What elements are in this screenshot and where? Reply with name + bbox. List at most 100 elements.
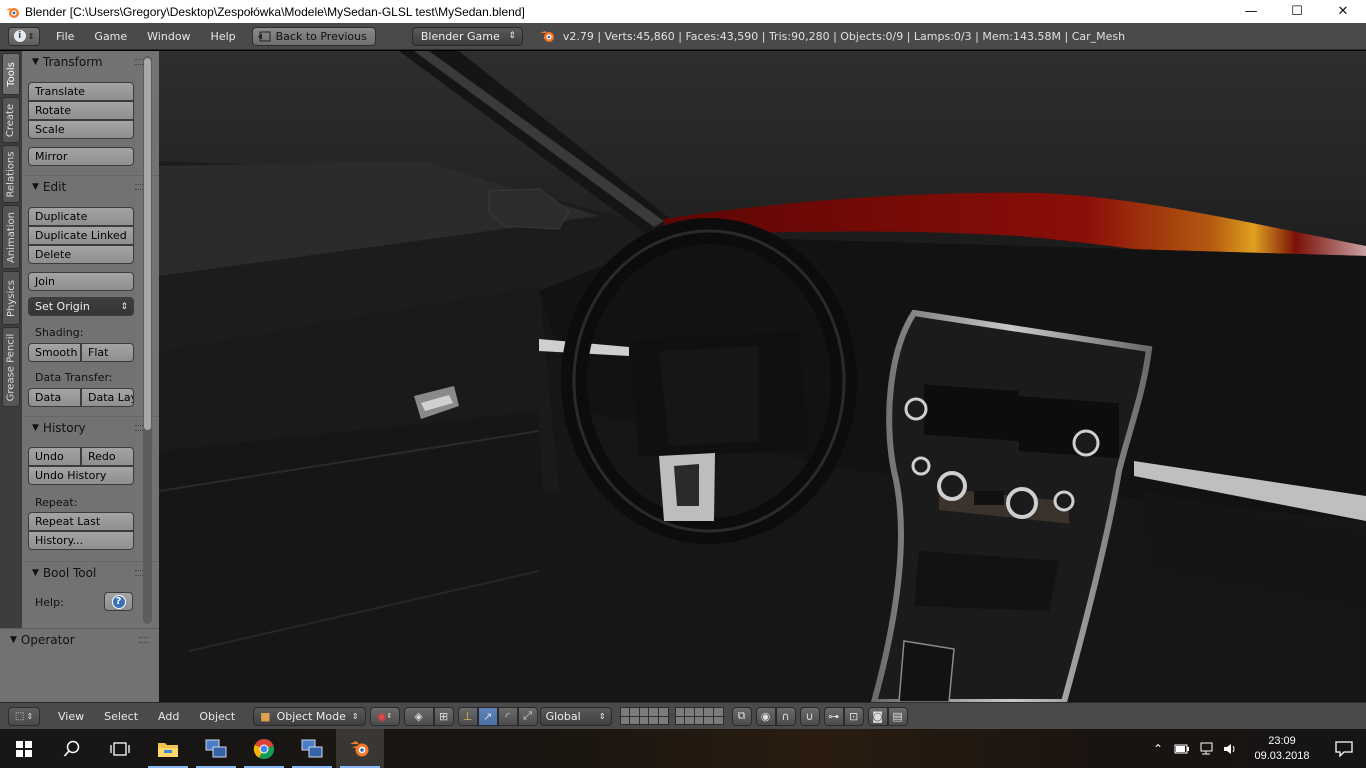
window-titlebar: Blender [C:\Users\Gregory\Desktop\Zespoł… <box>0 0 1366 23</box>
tab-relations[interactable]: Relations <box>2 145 20 203</box>
render-engine-value: Blender Game <box>420 29 500 43</box>
battery-tray-button[interactable] <box>1170 744 1194 754</box>
render-engine-select[interactable]: Blender Game ⇕ <box>411 26 523 46</box>
duplicate-button[interactable]: Duplicate <box>28 207 134 226</box>
repeat-last-button[interactable]: Repeat Last <box>28 512 134 531</box>
data-layout-button[interactable]: Data Lay <box>81 388 134 407</box>
tab-animation[interactable]: Animation <box>2 205 20 269</box>
menu-add[interactable]: Add <box>148 710 189 723</box>
scale-button[interactable]: Scale <box>28 120 134 139</box>
editor-type-button[interactable]: ⬚ ⇕ <box>8 706 40 726</box>
opengl-render-button[interactable]: ◙ <box>867 706 888 726</box>
repeat-history-button[interactable]: History... <box>28 531 134 550</box>
data-transfer-button[interactable]: Data <box>28 388 81 407</box>
scene-statistics: v2.79 | Verts:45,860 | Faces:43,590 | Tr… <box>562 29 1126 43</box>
manipulator-toggle[interactable]: ⊞ <box>433 706 454 726</box>
proportional-icon: ◉ <box>760 709 771 723</box>
show-hidden-icons-button[interactable]: ⌃ <box>1146 742 1170 756</box>
transform-manipulator-toggle[interactable]: ⊥ <box>457 706 478 726</box>
task-view-button[interactable] <box>96 729 144 768</box>
menu-object[interactable]: Object <box>189 710 245 723</box>
join-button[interactable]: Join <box>28 272 134 291</box>
pivot-point-select[interactable]: ◈ <box>403 706 434 726</box>
notification-icon <box>1335 740 1353 757</box>
scrollbar-thumb[interactable] <box>144 58 151 430</box>
undo-button[interactable]: Undo <box>28 447 81 466</box>
transform-panel-header[interactable]: ▼ Transform <box>22 51 159 73</box>
interaction-mode-value: Object Mode <box>276 709 346 723</box>
rotate-button[interactable]: Rotate <box>28 101 134 120</box>
menu-help[interactable]: Help <box>201 30 246 43</box>
translate-manipulator-button[interactable]: ↗ <box>477 706 498 726</box>
snap-element-select[interactable]: ⊶ <box>823 706 844 726</box>
rotate-manipulator-button[interactable]: ◜ <box>497 706 518 726</box>
scale-manipulator-button[interactable]: ⤢ <box>517 706 538 726</box>
start-button[interactable] <box>0 729 48 768</box>
bool-help-button[interactable]: ? <box>104 592 133 611</box>
taskbar-file-explorer[interactable] <box>144 729 192 768</box>
taskbar-chrome[interactable] <box>240 729 288 768</box>
shade-smooth-button[interactable]: Smooth <box>28 343 81 362</box>
menu-view[interactable]: View <box>48 710 94 723</box>
taskbar-remote-desktop-2[interactable] <box>288 729 336 768</box>
action-center-button[interactable] <box>1322 729 1366 768</box>
mirror-button[interactable]: Mirror <box>28 147 134 166</box>
close-button[interactable]: ✕ <box>1320 0 1366 23</box>
blender-logo-icon <box>539 31 554 42</box>
lock-camera-layer-button[interactable]: ⧉ <box>731 706 752 726</box>
layers-group-2[interactable] <box>674 707 724 725</box>
layers-group-1[interactable] <box>619 707 669 725</box>
magnet-icon: ∪ <box>805 709 814 723</box>
clock-time: 23:09 <box>1268 734 1296 747</box>
transform-orientation-select[interactable]: Global ⇕ <box>539 706 612 726</box>
taskbar-clock[interactable]: 23:09 09.03.2018 <box>1242 734 1322 764</box>
snap-toggle[interactable]: ∪ <box>799 706 820 726</box>
chrome-icon <box>253 738 275 759</box>
delete-button[interactable]: Delete <box>28 245 134 264</box>
operator-panel-header[interactable]: ▼ Operator <box>0 629 159 651</box>
undo-history-button[interactable]: Undo History <box>28 466 134 485</box>
tab-physics[interactable]: Physics <box>2 271 20 325</box>
interaction-mode-select[interactable]: ■ Object Mode ⇕ <box>253 706 366 726</box>
collapse-triangle-icon: ▼ <box>32 57 39 67</box>
network-tray-button[interactable] <box>1194 742 1218 756</box>
blender-logo-icon <box>350 740 369 756</box>
menu-window[interactable]: Window <box>137 30 200 43</box>
tool-shelf: ▼ Transform Translate Rotate Scale Mirro… <box>22 51 159 628</box>
collapse-triangle-icon: ▼ <box>32 422 39 433</box>
system-tray: ⌃ 23:09 09.03.2018 <box>1146 729 1366 768</box>
history-panel-header[interactable]: ▼ History <box>22 416 159 438</box>
falloff-curve-icon: ∩ <box>781 709 790 723</box>
tab-create[interactable]: Create <box>2 97 20 143</box>
shade-flat-button[interactable]: Flat <box>81 343 134 362</box>
edit-panel-header[interactable]: ▼ Edit <box>22 175 159 197</box>
tab-tools[interactable]: Tools <box>2 53 20 95</box>
menu-file[interactable]: File <box>46 30 84 43</box>
viewport-shading-select[interactable]: ◉ ⇕ <box>369 706 400 726</box>
tool-shelf-scrollbar[interactable] <box>143 56 152 624</box>
back-to-previous-button[interactable]: Back to Previous <box>251 26 376 46</box>
menu-game[interactable]: Game <box>84 30 137 43</box>
opengl-animation-button[interactable]: ▤ <box>887 706 908 726</box>
snap-options-button[interactable]: ⊡ <box>843 706 864 726</box>
duplicate-linked-button[interactable]: Duplicate Linked <box>28 226 134 245</box>
drag-grip-icon[interactable] <box>139 637 149 643</box>
3d-viewport[interactable] <box>159 51 1366 702</box>
set-origin-select[interactable]: Set Origin ⇕ <box>28 297 134 316</box>
bool-tool-panel-header[interactable]: ▼ Bool Tool <box>22 561 159 583</box>
back-to-previous-label: Back to Previous <box>275 29 367 43</box>
maximize-button[interactable]: ☐ <box>1274 0 1320 23</box>
volume-tray-button[interactable] <box>1218 742 1242 756</box>
redo-button[interactable]: Redo <box>81 447 134 466</box>
translate-button[interactable]: Translate <box>28 82 134 101</box>
proportional-edit-button[interactable]: ◉ <box>755 706 776 726</box>
minimize-button[interactable]: — <box>1228 0 1274 23</box>
falloff-select[interactable]: ∩ <box>775 706 796 726</box>
editor-type-button[interactable]: i ⇕ <box>8 26 40 46</box>
taskbar-remote-desktop[interactable] <box>192 729 240 768</box>
search-button[interactable] <box>48 729 96 768</box>
menu-select[interactable]: Select <box>94 710 148 723</box>
taskbar-blender[interactable] <box>336 729 384 768</box>
info-icon: i <box>13 30 26 42</box>
tab-grease-pencil[interactable]: Grease Pencil <box>2 327 20 407</box>
